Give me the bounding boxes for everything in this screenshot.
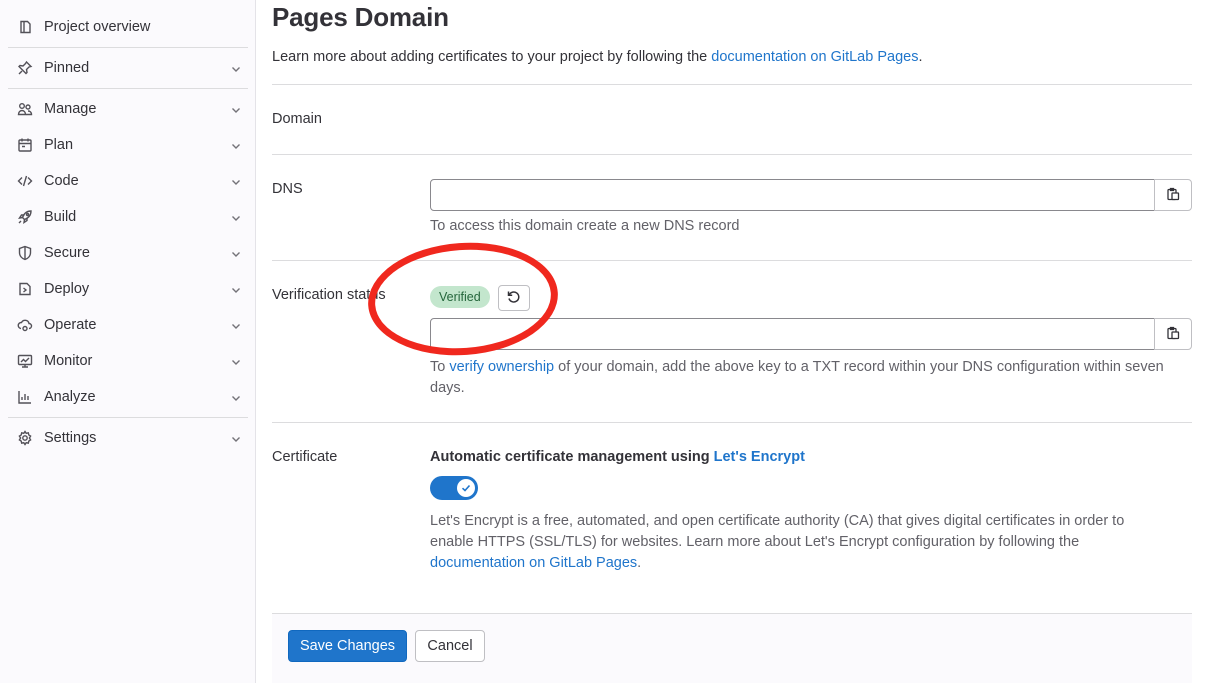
thumbtack-icon <box>17 60 33 76</box>
project-icon <box>17 19 33 35</box>
page-title: Pages Domain <box>272 2 449 32</box>
sidebar-item-secure[interactable]: Secure <box>8 236 248 270</box>
help-prefix: To <box>430 359 450 375</box>
chevron-down-icon <box>230 139 242 151</box>
retry-icon <box>506 289 522 308</box>
verification-help-text: To verify ownership of your domain, add … <box>430 357 1192 399</box>
certificate-title-text: Automatic certificate management using <box>430 449 714 465</box>
users-icon <box>17 101 33 117</box>
sidebar-item-deploy[interactable]: Deploy <box>8 272 248 306</box>
sidebar-item-label: Settings <box>44 430 97 446</box>
lets-encrypt-link[interactable]: Let's Encrypt <box>714 449 805 465</box>
sidebar-divider <box>8 47 248 48</box>
cloud-gear-icon <box>17 317 33 333</box>
retry-verification-button[interactable] <box>498 285 530 311</box>
sidebar-item-analyze[interactable]: Analyze <box>8 380 248 414</box>
section-divider <box>272 422 1192 423</box>
chevron-down-icon <box>230 283 242 295</box>
chevron-down-icon <box>230 247 242 259</box>
certificate-documentation-link[interactable]: documentation on GitLab Pages <box>430 555 637 571</box>
sidebar-divider <box>8 417 248 418</box>
sidebar-item-plan[interactable]: Plan <box>8 128 248 162</box>
sidebar-item-label: Project overview <box>44 19 151 35</box>
form-footer <box>272 613 1192 683</box>
dns-label: DNS <box>272 181 303 197</box>
sidebar-item-label: Build <box>44 209 77 225</box>
sidebar-item-label: Secure <box>44 245 90 261</box>
sidebar-item-label: Code <box>44 173 79 189</box>
copy-dns-button[interactable] <box>1154 179 1192 211</box>
sidebar-item-settings[interactable]: Settings <box>8 421 248 455</box>
sidebar-divider <box>8 88 248 89</box>
copy-verification-button[interactable] <box>1154 318 1192 350</box>
certificate-label: Certificate <box>272 449 338 465</box>
monitor-icon <box>17 353 33 369</box>
certificate-desc-line2: enable HTTPS (SSL/TLS) for websites. Lea… <box>430 534 1080 550</box>
verified-status-badge: Verified <box>430 286 490 308</box>
shield-icon <box>17 245 33 261</box>
section-divider <box>272 260 1192 261</box>
planning-icon <box>17 137 33 153</box>
verification-code-input[interactable] <box>430 318 1155 350</box>
documentation-link[interactable]: documentation on GitLab Pages <box>711 49 918 65</box>
sidebar-item-label: Operate <box>44 317 97 333</box>
sidebar-item-label: Plan <box>44 137 74 153</box>
settings-icon <box>17 430 33 446</box>
sidebar-item-pinned[interactable]: Pinned <box>8 51 248 85</box>
section-divider <box>272 154 1192 155</box>
verify-ownership-link[interactable]: verify ownership <box>449 359 554 375</box>
deployments-icon <box>17 281 33 297</box>
verification-status-label: Verification status <box>272 287 386 303</box>
chevron-down-icon <box>230 319 242 331</box>
sidebar-item-label: Manage <box>44 101 97 117</box>
code-icon <box>17 173 33 189</box>
section-divider <box>272 84 1192 85</box>
help-suffix-line2: days. <box>430 380 465 396</box>
save-changes-button[interactable]: Save Changes <box>288 630 407 662</box>
chevron-down-icon <box>230 103 242 115</box>
sidebar-item-label: Pinned <box>44 60 90 76</box>
sidebar-item-project-overview[interactable]: Project overview <box>8 10 248 44</box>
dns-record-input[interactable] <box>430 179 1155 211</box>
chevron-down-icon <box>230 175 242 187</box>
intro-text: Learn more about adding certificates to … <box>272 49 712 65</box>
sidebar-item-manage[interactable]: Manage <box>8 92 248 126</box>
chevron-down-icon <box>230 391 242 403</box>
certificate-title: Automatic certificate management using L… <box>430 449 805 465</box>
chart-icon <box>17 389 33 405</box>
domain-label: Domain <box>272 111 322 127</box>
sidebar-item-label: Monitor <box>44 353 93 369</box>
sidebar: Project overview Pinned Manage Plan Code <box>0 0 256 683</box>
chevron-down-icon <box>230 62 242 74</box>
check-icon <box>457 479 475 497</box>
sidebar-item-code[interactable]: Code <box>8 164 248 198</box>
intro-suffix: . <box>918 49 923 65</box>
auto-certificate-toggle[interactable] <box>430 476 478 500</box>
copy-icon <box>1166 326 1180 343</box>
certificate-description: Let's Encrypt is a free, automated, and … <box>430 511 1192 574</box>
certificate-desc-suffix: . <box>637 555 642 571</box>
help-suffix: of your domain, add the above key to a T… <box>554 359 1164 375</box>
dns-help-text: To access this domain create a new DNS r… <box>430 218 740 234</box>
sidebar-item-build[interactable]: Build <box>8 200 248 234</box>
sidebar-item-monitor[interactable]: Monitor <box>8 344 248 378</box>
chevron-down-icon <box>230 355 242 367</box>
chevron-down-icon <box>230 432 242 444</box>
copy-icon <box>1166 187 1180 204</box>
certificate-desc-line1: Let's Encrypt is a free, automated, and … <box>430 513 1125 529</box>
sidebar-item-label: Deploy <box>44 281 90 297</box>
page-intro: Learn more about adding certificates to … <box>272 49 922 65</box>
sidebar-item-label: Analyze <box>44 389 96 405</box>
rocket-icon <box>17 209 33 225</box>
chevron-down-icon <box>230 211 242 223</box>
sidebar-item-operate[interactable]: Operate <box>8 308 248 342</box>
cancel-button[interactable]: Cancel <box>415 630 485 662</box>
